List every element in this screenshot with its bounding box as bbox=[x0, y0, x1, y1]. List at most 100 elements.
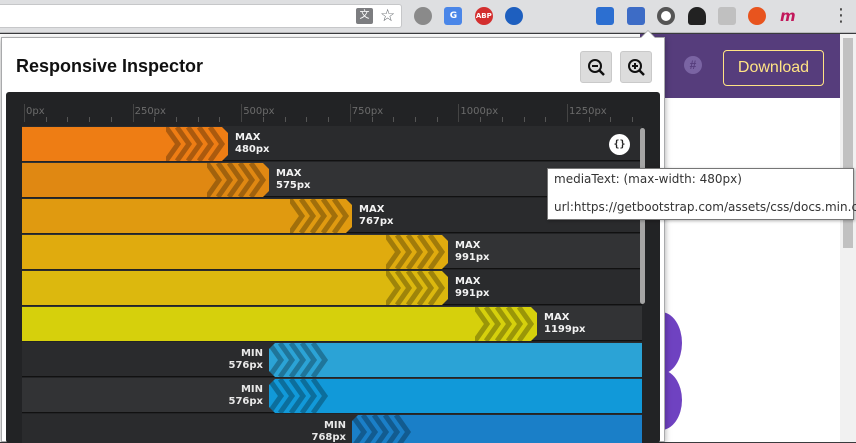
media-query-value: 575px bbox=[276, 180, 311, 191]
ruler-minor-tick bbox=[284, 117, 286, 122]
ruler-tick bbox=[24, 104, 25, 122]
media-query-label: MIN 576px bbox=[209, 384, 263, 408]
media-query-label: MAX 991px bbox=[455, 276, 489, 300]
media-query-label: MAX 991px bbox=[455, 240, 489, 264]
media-query-row[interactable]: MAX 991px bbox=[22, 234, 642, 269]
ext-pencil-icon[interactable] bbox=[566, 7, 584, 25]
ext-fox-icon[interactable] bbox=[748, 7, 767, 25]
ruler-tick bbox=[241, 104, 243, 122]
media-query-bar[interactable] bbox=[22, 163, 269, 197]
media-query-bar[interactable] bbox=[22, 271, 448, 305]
media-query-row[interactable]: MAX 991px bbox=[22, 270, 642, 305]
media-query-bar[interactable] bbox=[269, 343, 642, 377]
ruler-tick-label: 0px bbox=[26, 106, 45, 117]
zoom-out-button[interactable] bbox=[580, 51, 612, 83]
ext-responsive-inspector-icon[interactable] bbox=[626, 7, 645, 25]
ruler-minor-tick bbox=[501, 117, 503, 122]
ruler-minor-tick bbox=[414, 117, 416, 122]
media-query-row[interactable]: MAX 480px bbox=[22, 126, 642, 161]
ruler-minor-tick bbox=[176, 117, 178, 122]
ruler-minor-tick bbox=[219, 117, 221, 122]
chevron-pattern-icon bbox=[352, 415, 412, 443]
ruler-minor-tick bbox=[67, 117, 69, 122]
media-query-value: 576px bbox=[228, 360, 263, 371]
media-query-kind: MIN bbox=[323, 420, 346, 431]
media-query-kind: MAX bbox=[544, 312, 570, 323]
media-query-bar[interactable] bbox=[269, 379, 642, 413]
chevron-pattern-icon bbox=[166, 127, 226, 161]
ruler-tick bbox=[458, 104, 460, 122]
address-bar[interactable]: 文 ☆ bbox=[0, 4, 402, 28]
ruler-minor-tick bbox=[436, 117, 438, 122]
zoom-out-icon bbox=[588, 59, 605, 76]
ruler-minor-tick bbox=[371, 117, 373, 122]
ext-clock-icon[interactable] bbox=[505, 7, 524, 25]
translate-icon[interactable]: 文 bbox=[356, 8, 373, 24]
ext-m-icon[interactable]: m bbox=[778, 7, 797, 25]
media-query-label: MIN 576px bbox=[209, 348, 263, 372]
ext-google-translate-icon[interactable]: G bbox=[444, 7, 463, 25]
media-query-kind: MIN bbox=[240, 384, 263, 395]
media-query-label: MAX 767px bbox=[359, 204, 393, 228]
ext-circle-icon[interactable] bbox=[414, 7, 432, 25]
slack-icon[interactable]: # bbox=[684, 56, 702, 74]
chevron-pattern-icon bbox=[386, 235, 446, 269]
media-query-bar[interactable] bbox=[22, 307, 537, 341]
ruler-tick bbox=[349, 104, 351, 122]
ruler-minor-tick bbox=[328, 117, 330, 122]
media-query-kind: MAX bbox=[455, 276, 481, 287]
ruler-minor-tick bbox=[154, 117, 156, 122]
ruler-tick bbox=[132, 104, 134, 122]
media-query-tooltip: mediaText: (max-width: 480px) url:https:… bbox=[547, 168, 856, 220]
vertical-dots-icon[interactable]: ⋮ bbox=[832, 6, 850, 26]
ext-puzzle-icon[interactable] bbox=[718, 7, 736, 25]
media-query-kind: MAX bbox=[359, 204, 385, 215]
media-query-value: 1199px bbox=[544, 324, 586, 335]
ext-adblock-icon[interactable]: ABP bbox=[474, 7, 493, 25]
ruler-tick-label: 1250px bbox=[569, 106, 607, 117]
media-query-bar[interactable] bbox=[22, 199, 352, 233]
media-query-row[interactable]: MIN 576px bbox=[22, 342, 642, 377]
media-query-row[interactable]: MAX 1199px bbox=[22, 306, 642, 341]
ext-ninja-icon[interactable] bbox=[535, 7, 554, 25]
ext-ghost-icon[interactable] bbox=[687, 7, 706, 25]
ruler-tick-label: 500px bbox=[243, 106, 275, 117]
media-query-kind: MAX bbox=[235, 132, 261, 143]
media-query-value: 480px bbox=[235, 144, 270, 155]
responsive-inspector-popup: Responsive Inspector 0px 250px 500px 750px 1… bbox=[1, 37, 665, 443]
chevron-pattern-icon bbox=[475, 307, 535, 341]
bookmark-star-icon[interactable]: ☆ bbox=[380, 6, 395, 26]
ruler-minor-tick bbox=[523, 117, 525, 122]
media-query-kind: MAX bbox=[276, 168, 302, 179]
ruler-minor-tick bbox=[197, 117, 199, 122]
media-query-row[interactable]: MIN 576px bbox=[22, 378, 642, 413]
media-query-bar[interactable] bbox=[352, 415, 642, 443]
chevron-pattern-icon bbox=[269, 343, 329, 377]
media-query-label: MAX 480px bbox=[235, 132, 269, 156]
media-query-value: 991px bbox=[455, 252, 490, 263]
media-query-value: 576px bbox=[228, 396, 263, 407]
media-query-label: MIN 768px bbox=[292, 420, 346, 443]
tooltip-media-text: mediaText: (max-width: 480px) bbox=[554, 172, 742, 186]
ruler-minor-tick bbox=[480, 117, 482, 122]
zoom-in-button[interactable] bbox=[620, 51, 652, 83]
ruler-minor-tick bbox=[545, 117, 547, 122]
ruler-minor-tick bbox=[632, 117, 634, 122]
media-query-inspector: 0px 250px 500px 750px 1000px 1250px MAX 480px M… bbox=[6, 92, 660, 443]
media-query-bar[interactable] bbox=[22, 235, 448, 269]
ruler-minor-tick bbox=[262, 117, 264, 122]
media-query-label: MAX 1199px bbox=[544, 312, 585, 336]
media-query-value: 768px bbox=[311, 432, 346, 443]
ruler-minor-tick bbox=[45, 117, 47, 122]
media-query-row[interactable]: MIN 768px bbox=[22, 414, 642, 443]
ext-download-icon[interactable] bbox=[596, 7, 615, 25]
browser-toolbar: 文 ☆ G ABP m ⋮ bbox=[0, 0, 856, 33]
code-braces-icon[interactable]: {} bbox=[609, 134, 630, 155]
ext-ring-icon[interactable] bbox=[657, 7, 676, 25]
popup-title: Responsive Inspector bbox=[16, 56, 204, 76]
chevron-pattern-icon bbox=[269, 379, 329, 413]
chevron-pattern-icon bbox=[207, 163, 267, 197]
download-button[interactable]: Download bbox=[723, 50, 824, 86]
width-ruler: 0px 250px 500px 750px 1000px 1250px bbox=[22, 104, 648, 122]
media-query-bar[interactable] bbox=[22, 127, 228, 161]
